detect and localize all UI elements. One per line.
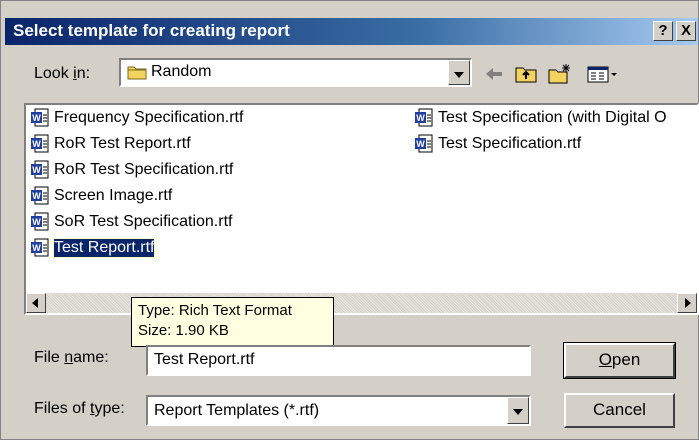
svg-text:W: W bbox=[32, 217, 41, 227]
file-type-dropdown[interactable]: Report Templates (*.rtf) bbox=[146, 395, 531, 426]
file-item[interactable]: W Screen Image.rtf bbox=[30, 185, 172, 207]
file-name-input[interactable]: Test Report.rtf bbox=[146, 345, 531, 376]
word-document-icon: W bbox=[30, 238, 50, 258]
new-folder-icon[interactable] bbox=[547, 63, 573, 85]
word-document-icon: W bbox=[30, 108, 50, 128]
file-name-value: Test Report.rtf bbox=[154, 351, 255, 368]
file-type-value: Report Templates (*.rtf) bbox=[154, 402, 320, 419]
folder-icon bbox=[127, 64, 147, 80]
svg-text:W: W bbox=[32, 243, 41, 253]
file-item[interactable]: W RoR Test Report.rtf bbox=[30, 133, 191, 155]
tooltip-type: Type: Rich Text Format bbox=[138, 302, 292, 319]
scroll-left-button[interactable] bbox=[26, 293, 46, 313]
select-template-dialog: Select template for creating report ? X … bbox=[0, 0, 699, 440]
file-item-label: Screen Image.rtf bbox=[54, 187, 173, 204]
file-name-label: File name: bbox=[34, 349, 109, 366]
file-list[interactable]: W Frequency Specification.rtf W RoR Test Re… bbox=[24, 103, 699, 315]
tooltip-size: Size: 1.90 KB bbox=[138, 322, 229, 339]
svg-text:W: W bbox=[32, 191, 41, 201]
svg-text:W: W bbox=[32, 113, 41, 123]
window-title: Select template for creating report bbox=[13, 21, 290, 40]
up-folder-icon[interactable] bbox=[513, 63, 539, 85]
back-arrow-icon[interactable] bbox=[481, 63, 507, 85]
svg-text:W: W bbox=[32, 139, 41, 149]
file-item[interactable]: W Test Specification.rtf bbox=[414, 133, 581, 155]
open-button[interactable]: Open bbox=[563, 342, 676, 379]
file-item-label: Test Report.rtf bbox=[52, 238, 156, 258]
word-document-icon: W bbox=[30, 134, 50, 154]
look-in-label: Look in: bbox=[34, 65, 91, 82]
word-document-icon: W bbox=[414, 134, 434, 154]
file-type-dropdown-button[interactable] bbox=[507, 397, 529, 424]
svg-text:W: W bbox=[32, 165, 41, 175]
file-item[interactable]: W RoR Test Specification.rtf bbox=[30, 159, 233, 181]
scroll-right-button[interactable] bbox=[677, 293, 697, 313]
word-document-icon: W bbox=[414, 108, 434, 128]
word-document-icon: W bbox=[30, 186, 50, 206]
look-in-dropdown[interactable]: Random bbox=[119, 58, 472, 87]
word-document-icon: W bbox=[30, 212, 50, 232]
file-type-label: Files of type: bbox=[34, 400, 125, 417]
file-item-label: Frequency Specification.rtf bbox=[54, 109, 244, 126]
horizontal-scrollbar[interactable] bbox=[26, 293, 697, 313]
file-item[interactable]: W Test Specification (with Digital O bbox=[414, 107, 667, 129]
look-in-value: Random bbox=[151, 63, 212, 80]
file-item-label: RoR Test Specification.rtf bbox=[54, 161, 234, 178]
help-button[interactable]: ? bbox=[653, 21, 673, 41]
close-button[interactable]: X bbox=[676, 21, 696, 41]
file-tooltip: Type: Rich Text Format Size: 1.90 KB bbox=[131, 297, 334, 347]
view-menu-icon[interactable] bbox=[585, 63, 621, 85]
file-item-label: RoR Test Report.rtf bbox=[54, 135, 191, 152]
file-item[interactable]: W Test Report.rtf bbox=[30, 237, 156, 259]
cancel-button[interactable]: Cancel bbox=[564, 393, 675, 428]
file-item-label: SoR Test Specification.rtf bbox=[54, 213, 233, 230]
file-item[interactable]: W SoR Test Specification.rtf bbox=[30, 211, 232, 233]
file-item-label: Test Specification.rtf bbox=[438, 135, 582, 152]
word-document-icon: W bbox=[30, 160, 50, 180]
file-item[interactable]: W Frequency Specification.rtf bbox=[30, 107, 243, 129]
file-item-label: Test Specification (with Digital O bbox=[438, 109, 667, 126]
svg-text:W: W bbox=[416, 113, 425, 123]
look-in-dropdown-button[interactable] bbox=[448, 60, 470, 85]
title-bar[interactable]: Select template for creating report ? X bbox=[5, 18, 698, 45]
svg-text:W: W bbox=[416, 139, 425, 149]
